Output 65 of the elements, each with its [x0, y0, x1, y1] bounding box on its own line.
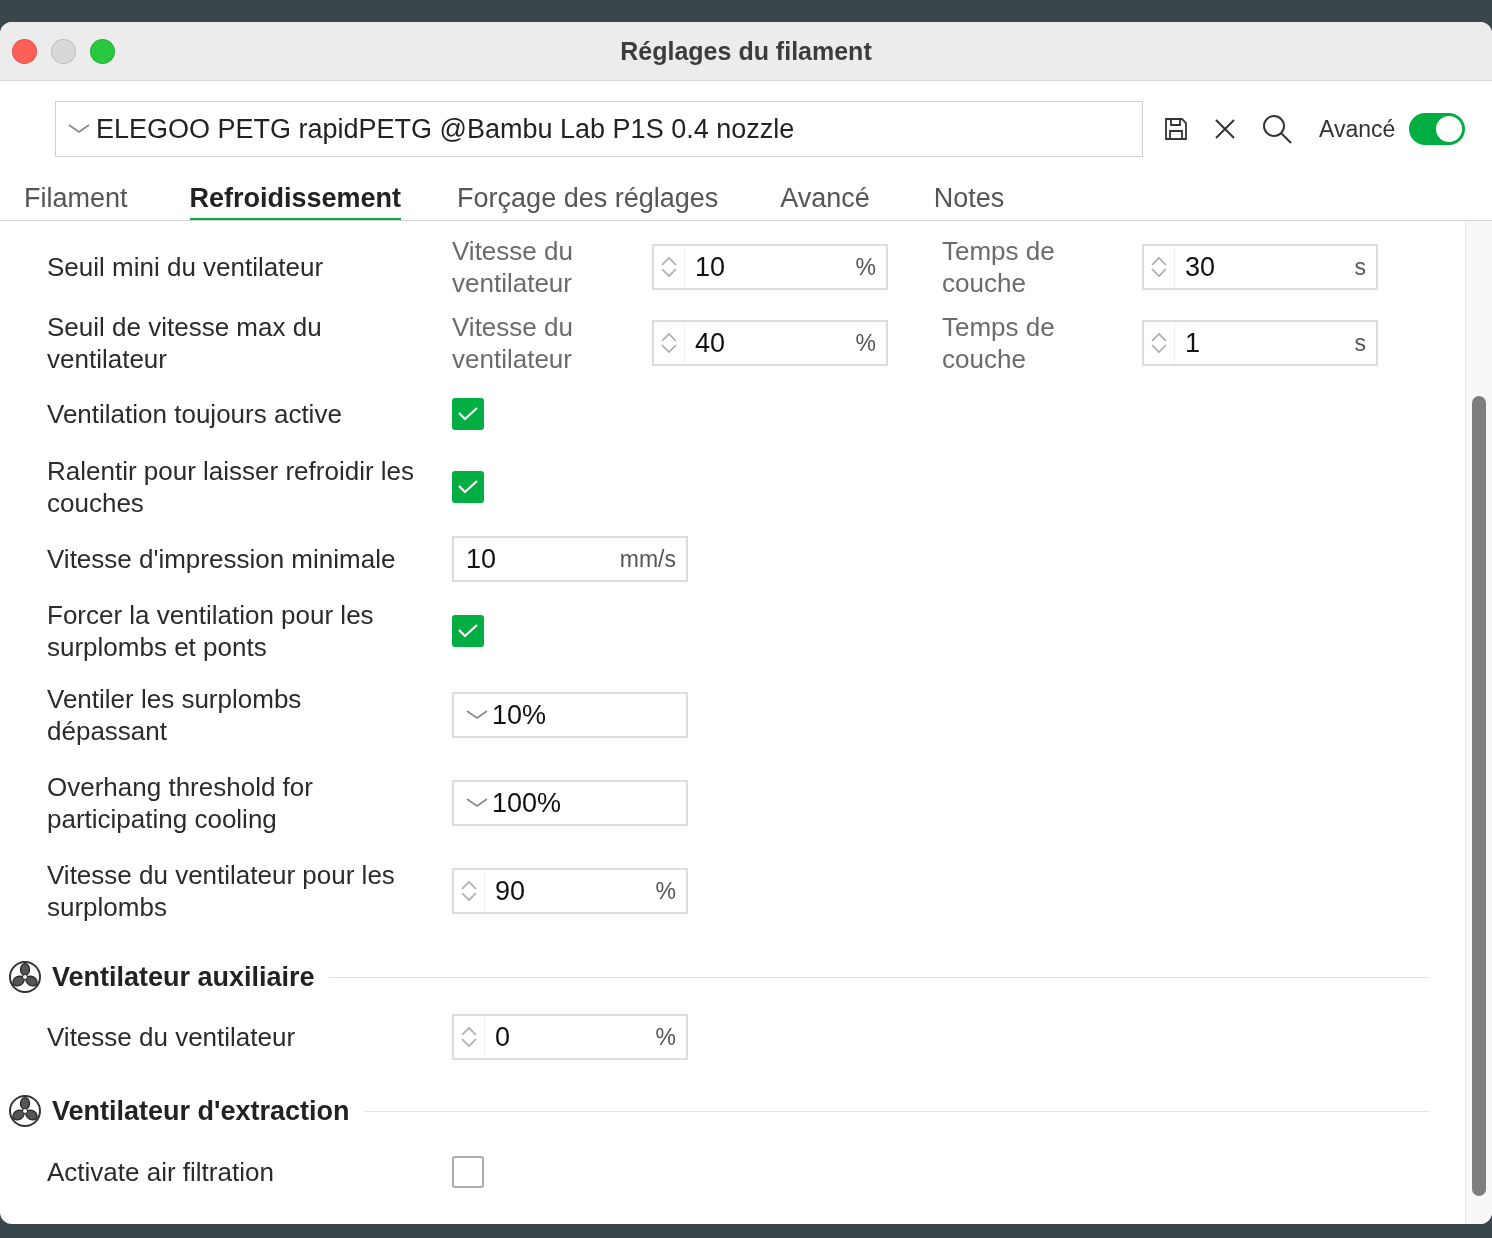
field-label: Temps de couche [942, 235, 1056, 299]
number-field[interactable]: 40 % [652, 320, 888, 366]
field-value: 40 [694, 327, 727, 359]
dropdown[interactable]: 10% [452, 692, 688, 738]
fan-icon [8, 960, 42, 994]
unit-label: % [655, 1023, 677, 1051]
tab[interactable]: Notes [933, 175, 1005, 220]
field-label: Vitesse du ventilateur [452, 311, 574, 375]
field-value: 10 [694, 251, 727, 283]
caret-icon [466, 797, 488, 809]
setting-label: Seuil de vitesse max du ventilateur [47, 311, 323, 375]
unit-label: % [855, 253, 877, 281]
advanced-label: Avancé [1319, 115, 1396, 143]
number-field[interactable]: 10 % [652, 244, 888, 290]
field-value: 0 [494, 1021, 512, 1053]
preset-dropdown[interactable]: ELEGOO PETG rapidPETG @Bambu Lab P1S 0.4 nozzle [55, 101, 1143, 157]
tab[interactable]: Avancé [780, 175, 870, 220]
setting-label: Activate air filtration [47, 1156, 275, 1188]
check-icon [457, 406, 479, 422]
unit-label: s [1354, 329, 1367, 357]
scrollbar-thumb[interactable] [1472, 396, 1486, 1196]
field-label: Vitesse du ventilateur [452, 235, 574, 299]
unit-label: % [655, 877, 677, 905]
zoom-button[interactable] [90, 38, 115, 64]
window-title: Réglages du filament [620, 36, 872, 66]
field-value: 30 [1184, 251, 1217, 283]
setting-label: Ventilation toujours active [47, 398, 343, 430]
setting-label: Vitesse d'impression minimale [47, 543, 397, 575]
field-value: 1 [1184, 327, 1202, 359]
setting-label: Ralentir pour laisser refroidir les couches [47, 455, 416, 519]
setting-label: Seuil mini du ventilateur [47, 251, 325, 283]
caret-icon [466, 709, 488, 721]
tab[interactable]: Forçage des réglages [457, 175, 719, 220]
check-icon [457, 623, 479, 639]
number-field[interactable]: 30 s [1142, 244, 1378, 290]
checkbox[interactable] [452, 1156, 484, 1188]
field-value: 10 [465, 543, 498, 575]
section-title: Ventilateur auxiliaire [52, 961, 315, 993]
tab[interactable]: Refroidissement [189, 175, 402, 220]
caret-icon [68, 123, 90, 135]
tab[interactable]: Filament [24, 175, 128, 220]
setting-label: Overhang threshold for participating cooling [47, 771, 314, 835]
check-icon [457, 479, 479, 495]
checkbox[interactable] [452, 615, 484, 647]
number-field[interactable]: 90 % [452, 868, 688, 914]
advanced-toggle[interactable] [1409, 113, 1466, 145]
setting-label: Ventiler les surplombs dépassant [47, 683, 303, 747]
checkbox[interactable] [452, 398, 484, 430]
number-field[interactable]: 10 mm/s [452, 536, 688, 582]
unit-label: s [1354, 253, 1367, 281]
unit-label: % [855, 329, 877, 357]
number-field[interactable]: 0 % [452, 1014, 688, 1060]
minimize-button[interactable] [51, 38, 76, 64]
fan-icon [8, 1094, 42, 1128]
section-title: Ventilateur d'extraction [52, 1095, 350, 1127]
setting-label: Vitesse du ventilateur pour les surplombs [47, 859, 396, 923]
close-button[interactable] [12, 38, 37, 64]
dropdown[interactable]: 100% [452, 780, 688, 826]
field-value: 90 [494, 875, 527, 907]
unit-label: mm/s [619, 545, 677, 573]
setting-label: Forcer la ventilation pour les surplombs et ponts [47, 599, 375, 663]
checkbox[interactable] [452, 471, 484, 503]
number-field[interactable]: 1 s [1142, 320, 1378, 366]
setting-label: Vitesse du ventilateur [47, 1021, 297, 1053]
field-label: Temps de couche [942, 311, 1056, 375]
